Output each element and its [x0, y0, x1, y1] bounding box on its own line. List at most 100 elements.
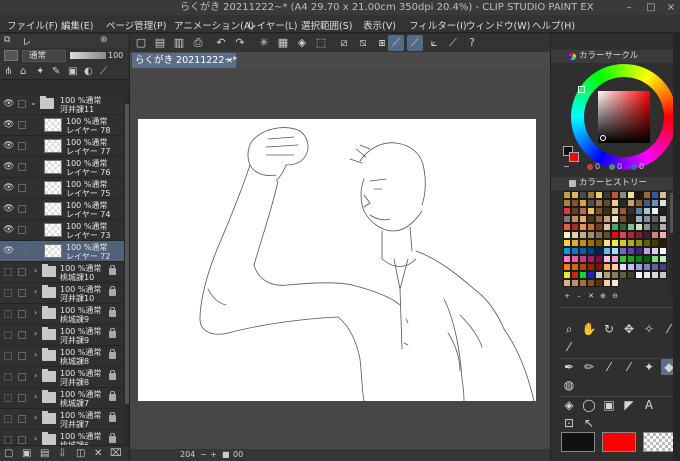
layer-folder-row[interactable]: › 100 %通常 桃城課9 — [0, 304, 124, 325]
history-color-swatch[interactable] — [603, 247, 611, 255]
history-color-swatch[interactable] — [659, 271, 667, 279]
history-color-swatch[interactable] — [603, 239, 611, 247]
save-icon[interactable]: ▥ — [171, 35, 187, 51]
history-color-swatch[interactable] — [635, 239, 643, 247]
history-color-swatch[interactable] — [659, 191, 667, 199]
history-color-swatch[interactable] — [587, 271, 595, 279]
history-color-swatch[interactable] — [635, 199, 643, 207]
history-color-swatch[interactable] — [611, 247, 619, 255]
rotation-readout[interactable]: 00 — [233, 450, 243, 459]
history-color-swatch[interactable] — [571, 239, 579, 247]
history-color-swatch[interactable] — [563, 239, 571, 247]
history-color-swatch[interactable] — [619, 255, 627, 263]
history-color-swatch[interactable] — [595, 271, 603, 279]
open-icon[interactable]: ▤ — [152, 35, 168, 51]
transform-icon[interactable]: ⬚ — [313, 35, 329, 51]
history-color-swatch[interactable] — [643, 215, 651, 223]
visibility-eye-icon[interactable]: 👁 — [3, 204, 14, 214]
history-color-swatch[interactable] — [619, 231, 627, 239]
layer-row[interactable]: 👁 100 %通常 レイヤー 72 — [0, 241, 124, 262]
menu-selection[interactable]: 選択範囲(S) — [301, 18, 352, 32]
select-invert-icon[interactable]: ⧅ — [355, 35, 371, 51]
rotate-icon[interactable]: ↻ — [601, 321, 617, 337]
layer-lock-checkbox[interactable] — [18, 226, 26, 234]
folder-expand-icon[interactable]: ⌄ — [30, 98, 37, 107]
history-color-swatch[interactable] — [651, 215, 659, 223]
history-color-swatch[interactable] — [563, 191, 571, 199]
history-color-swatch[interactable] — [563, 271, 571, 279]
history-color-swatch[interactable] — [579, 215, 587, 223]
history-color-swatch[interactable] — [611, 279, 619, 287]
remove-color-icon[interactable]: – — [575, 292, 583, 300]
history-color-swatch[interactable] — [627, 255, 635, 263]
history-color-swatch[interactable] — [643, 231, 651, 239]
history-color-swatch[interactable] — [611, 263, 619, 271]
spinner-icon[interactable]: ✳ — [256, 35, 272, 51]
layer-lock-checkbox[interactable] — [18, 121, 26, 129]
menu-window[interactable]: ウィンドウ(W) — [466, 18, 530, 32]
history-color-swatch[interactable] — [563, 223, 571, 231]
clear-color-icon[interactable]: ✕ — [587, 292, 595, 300]
history-color-swatch[interactable] — [627, 215, 635, 223]
layer-lock-checkbox[interactable] — [18, 184, 26, 192]
history-color-swatch[interactable] — [603, 223, 611, 231]
history-color-swatch[interactable] — [635, 191, 643, 199]
history-color-swatch[interactable] — [619, 271, 627, 279]
history-color-swatch[interactable] — [619, 239, 627, 247]
layer-folder-row[interactable]: › 100 %通常 河井課9 — [0, 325, 124, 346]
pencil-icon[interactable]: ✏ — [581, 359, 597, 375]
history-color-swatch[interactable] — [627, 247, 635, 255]
history-color-swatch[interactable] — [595, 279, 603, 287]
layer-folder-row[interactable]: › 100 %通常 桃城課8 — [0, 346, 124, 367]
visibility-eye-icon[interactable]: 👁 — [3, 225, 14, 235]
layer-folder-row[interactable]: › 100 %通常 河井課8 — [0, 367, 124, 388]
visibility-eye-icon[interactable]: 👁 — [3, 183, 14, 193]
history-color-swatch[interactable] — [619, 223, 627, 231]
history-color-swatch[interactable] — [627, 263, 635, 271]
menu-view[interactable]: 表示(V) — [363, 18, 396, 32]
sv-cursor[interactable] — [600, 135, 606, 141]
lock-transparent-icon[interactable]: ⌂ — [20, 66, 26, 77]
operation-icon[interactable]: ⊡ — [561, 415, 577, 431]
eyedropper-icon[interactable]: ⁄ — [561, 339, 577, 355]
history-color-swatch[interactable] — [635, 207, 643, 215]
layer-lock-checkbox[interactable] — [18, 394, 26, 402]
history-color-swatch[interactable] — [611, 223, 619, 231]
layer-lock-checkbox[interactable] — [18, 373, 26, 381]
history-color-swatch[interactable] — [587, 207, 595, 215]
history-color-swatch[interactable] — [587, 263, 595, 271]
move-icon[interactable]: ✥ — [621, 321, 637, 337]
history-color-swatch[interactable] — [627, 239, 635, 247]
history-color-swatch[interactable] — [563, 279, 571, 287]
layer-tab-icon[interactable]: レ — [22, 35, 31, 48]
history-color-swatch[interactable] — [627, 199, 635, 207]
history-color-swatch[interactable] — [619, 207, 627, 215]
history-color-swatch[interactable] — [595, 199, 603, 207]
pen-icon[interactable]: ✒ — [561, 359, 577, 375]
lasso-icon[interactable]: ⟋ — [407, 35, 423, 51]
history-color-swatch[interactable] — [587, 191, 595, 199]
history-color-swatch[interactable] — [619, 199, 627, 207]
history-color-swatch[interactable] — [603, 279, 611, 287]
history-color-swatch[interactable] — [587, 255, 595, 263]
history-color-swatch[interactable] — [659, 215, 667, 223]
history-color-swatch[interactable] — [563, 207, 571, 215]
history-color-swatch[interactable] — [651, 255, 659, 263]
guide-icon[interactable]: ⟋ — [445, 35, 461, 51]
history-color-swatch[interactable] — [563, 263, 571, 271]
history-color-swatch[interactable] — [659, 263, 667, 271]
history-color-swatch[interactable] — [579, 279, 587, 287]
hand-icon[interactable]: ✋ — [581, 321, 597, 337]
folder-expand-icon[interactable]: › — [34, 308, 37, 317]
menu-file[interactable]: ファイル(F) — [7, 18, 58, 32]
undo-icon[interactable]: ↶ — [213, 35, 229, 51]
history-color-swatch[interactable] — [651, 263, 659, 271]
visibility-eye-icon[interactable]: 👁 — [3, 99, 14, 109]
history-color-swatch[interactable] — [635, 215, 643, 223]
transparent-color-chip[interactable] — [643, 432, 677, 452]
menu-help[interactable]: ヘルプ(H) — [532, 18, 575, 32]
reference-icon[interactable]: ✦ — [36, 66, 44, 77]
history-color-swatch[interactable] — [643, 255, 651, 263]
shape-icon[interactable]: ◯ — [581, 397, 597, 413]
layer-folder-row[interactable]: 👁 ⌄ 100 %通常 河井課11 — [0, 94, 124, 115]
